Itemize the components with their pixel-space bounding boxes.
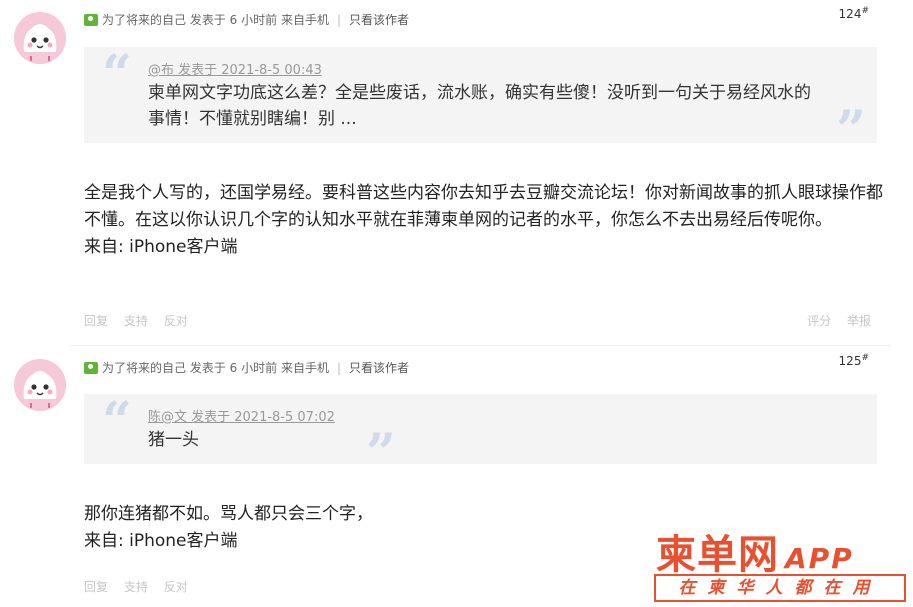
open-quote-icon: “ (102, 44, 132, 105)
quote-author-link[interactable]: @布 发表于 2021-8-5 00:43 (148, 59, 322, 78)
post-actions: 回复 支持 反对 (84, 578, 200, 595)
quote-block: “ 陈@文 发表于 2021-8-5 07:02 猪一头 ” (84, 391, 877, 480)
close-quote-icon: ” (366, 423, 396, 484)
support-button[interactable]: 支持 (124, 580, 148, 594)
reply-button[interactable]: 回复 (84, 314, 108, 328)
brand-watermark: 柬单网 APP 在柬华人都在用 (652, 522, 908, 604)
post-time: 发表于 6 小时前 (189, 361, 278, 375)
only-author-link[interactable]: 只看该作者 (349, 11, 409, 28)
support-button[interactable]: 支持 (124, 314, 148, 328)
watermark-app: APP (785, 542, 854, 575)
post-client: 来自: iPhone客户端 (84, 237, 238, 257)
quote-text: 柬单网文字功底这么差？全是些废话，流水账，确实有些傻！没听到一句关于易经风水的事… (148, 83, 811, 129)
meta-separator: | (336, 12, 341, 27)
post-admin-actions: 评分 举报 (795, 312, 871, 329)
post-content: 全是我个人写的，还国学易经。要科普这些内容你去知乎去豆瓣交流论坛！你对新闻故事的… (84, 180, 884, 261)
post-actions: 回复 支持 反对 (84, 312, 200, 329)
reply-button[interactable]: 回复 (84, 580, 108, 594)
rate-button[interactable]: 评分 (807, 314, 831, 328)
avatar-cartoon-icon (14, 359, 66, 411)
close-quote-icon: ” (836, 100, 866, 161)
online-status-icon (84, 13, 98, 26)
floor-number-value: 124 (838, 7, 862, 21)
watermark-logo: 柬单网 APP (656, 522, 854, 580)
quote-author-link[interactable]: 陈@文 发表于 2021-8-5 07:02 (148, 406, 335, 425)
floor-mark: # (861, 6, 869, 16)
oppose-button[interactable]: 反对 (164, 314, 188, 328)
avatar[interactable] (14, 359, 66, 411)
open-quote-icon: “ (102, 391, 132, 452)
post-divider (70, 345, 891, 346)
post-124: 为了将来的自己 发表于 6 小时前 来自手机 | 只看该作者 124# “ @布… (0, 0, 913, 345)
oppose-button[interactable]: 反对 (164, 580, 188, 594)
only-author-link[interactable]: 只看该作者 (349, 359, 409, 376)
username[interactable]: 为了将来的自己 (102, 11, 186, 28)
floor-mark: # (861, 353, 869, 363)
report-button[interactable]: 举报 (847, 314, 871, 328)
post-source: 来自手机 (280, 13, 329, 27)
post-meta: 为了将来的自己 发表于 6 小时前 来自手机 | 只看该作者 (84, 359, 409, 376)
floor-number[interactable]: 124# (839, 6, 869, 21)
avatar[interactable] (14, 12, 66, 64)
meta-separator: | (336, 360, 341, 375)
post-source: 来自手机 (280, 361, 329, 375)
watermark-brand: 柬单网 (656, 532, 779, 578)
username[interactable]: 为了将来的自己 (102, 359, 186, 376)
quote-text: 猪一头 (148, 430, 199, 450)
post-time: 发表于 6 小时前 (189, 13, 278, 27)
post-text: 全是我个人写的，还国学易经。要科普这些内容你去知乎去豆瓣交流论坛！你对新闻故事的… (84, 183, 883, 230)
post-meta: 为了将来的自己 发表于 6 小时前 来自手机 | 只看该作者 (84, 11, 409, 28)
watermark-slogan: 在柬华人都在用 (654, 574, 906, 602)
floor-number-value: 125 (838, 354, 862, 368)
online-status-icon (84, 361, 98, 374)
floor-number[interactable]: 125# (839, 353, 869, 368)
avatar-cartoon-icon (14, 12, 66, 64)
quote-block: “ @布 发表于 2021-8-5 00:43 柬单网文字功底这么差？全是些废话… (84, 44, 877, 157)
